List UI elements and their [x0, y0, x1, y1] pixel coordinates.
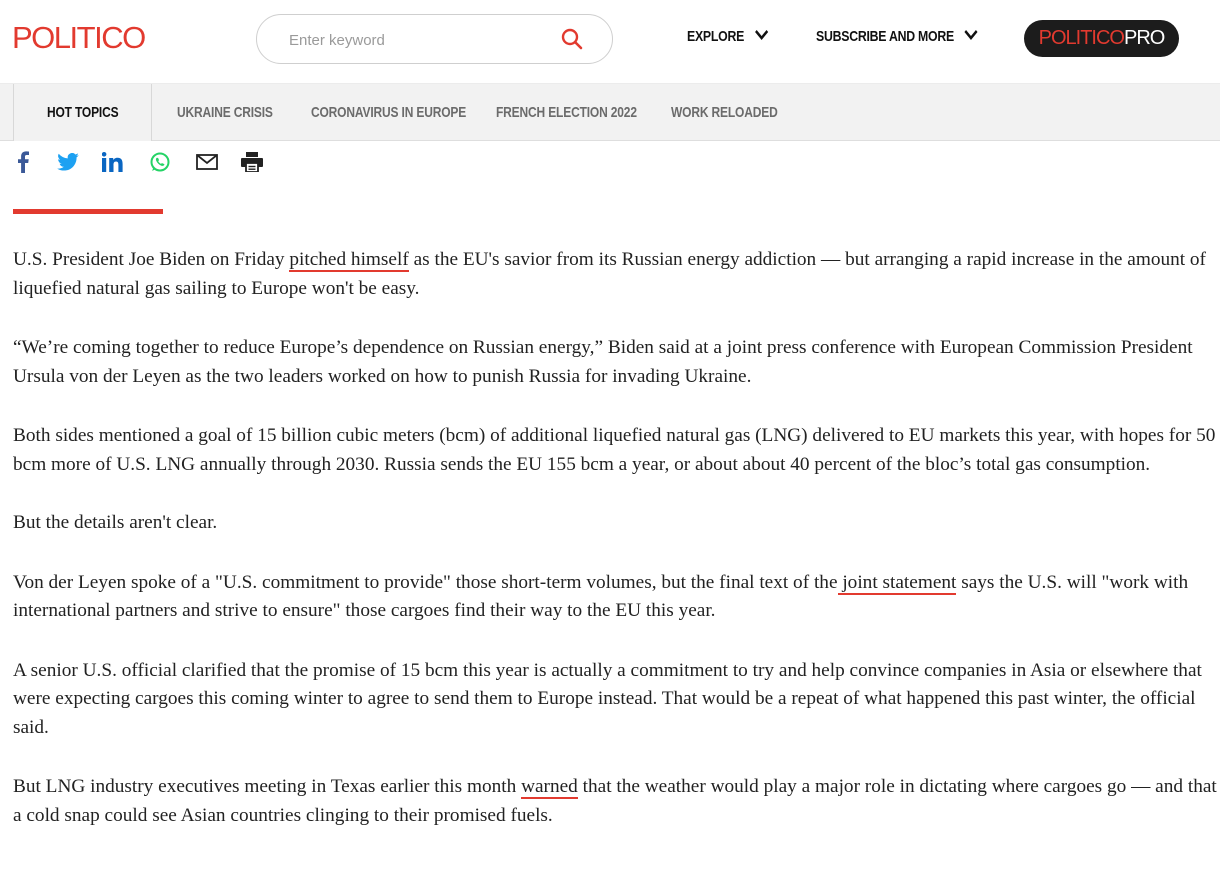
paragraph-text: U.S. President Joe Biden on Friday — [13, 249, 290, 270]
paragraph-text: But LNG industry executives meeting in T… — [13, 776, 522, 797]
whatsapp-icon[interactable] — [148, 150, 172, 174]
print-icon[interactable] — [240, 150, 264, 174]
article-paragraph: A senior U.S. official clarified that th… — [13, 659, 1202, 738]
topic-label: UKRAINE CRISIS — [177, 104, 273, 121]
article-paragraph: Both sides mentioned a goal of 15 billio… — [13, 425, 1216, 475]
search-input[interactable] — [289, 27, 549, 53]
hot-topics-bar: HOT TOPICS UKRAINE CRISIS CORONAVIRUS IN… — [0, 83, 1220, 141]
politico-logo[interactable]: POLITICO — [12, 20, 146, 56]
article-paragraph: Von der Leyen spoke of a "U.S. commitmen… — [13, 569, 1220, 626]
topic-coronavirus-in-europe[interactable]: CORONAVIRUS IN EUROPE — [311, 84, 505, 141]
article-paragraph: U.S. President Joe Biden on Friday pitch… — [13, 246, 1220, 303]
hot-topics-label: HOT TOPICS — [46, 104, 119, 121]
topic-ukraine-crisis[interactable]: UKRAINE CRISIS — [177, 84, 297, 141]
pro-button-politico: POLITICO — [1038, 27, 1125, 49]
article-paragraph: “We’re coming together to reduce Europe’… — [13, 337, 1193, 387]
warned-link[interactable]: warned — [521, 776, 578, 799]
topic-work-reloaded[interactable]: WORK RELOADED — [671, 84, 804, 141]
article-body: U.S. President Joe Biden on Friday pitch… — [13, 246, 1220, 861]
linkedin-icon[interactable] — [101, 150, 125, 174]
joint-statement-link[interactable]: joint statement — [837, 571, 957, 595]
chevron-down-icon — [754, 28, 769, 45]
politico-pro-button[interactable]: POLITICO PRO — [1024, 20, 1179, 57]
hot-topics-heading: HOT TOPICS — [13, 84, 152, 141]
subscribe-label: SUBSCRIBE AND MORE — [816, 28, 954, 45]
subscribe-menu[interactable]: SUBSCRIBE AND MORE — [816, 28, 979, 45]
pitched-himself-link[interactable]: pitched himself — [289, 249, 409, 272]
paragraph-text: Von der Leyen spoke of a "U.S. commitmen… — [13, 571, 838, 593]
search-icon[interactable] — [561, 28, 583, 55]
pro-button-suffix: PRO — [1124, 27, 1165, 49]
facebook-icon[interactable] — [11, 150, 35, 174]
email-icon[interactable] — [195, 150, 219, 174]
twitter-icon[interactable] — [56, 150, 80, 174]
explore-label: EXPLORE — [687, 28, 745, 45]
topic-label: WORK RELOADED — [671, 104, 778, 121]
site-header: POLITICO EXPLORE SUBSCRIBE AND MORE POLI… — [0, 0, 1220, 83]
article-paragraph: But LNG industry executives meeting in T… — [13, 773, 1220, 830]
article-paragraph: But the details aren't clear. — [13, 512, 218, 533]
search-box — [256, 14, 613, 64]
article-divider — [13, 209, 163, 214]
topic-label: FRENCH ELECTION 2022 — [496, 104, 637, 121]
topic-label: CORONAVIRUS IN EUROPE — [311, 104, 467, 121]
explore-menu[interactable]: EXPLORE — [687, 28, 769, 45]
topic-french-election-2022[interactable]: FRENCH ELECTION 2022 — [496, 84, 672, 141]
chevron-down-icon — [964, 28, 979, 45]
